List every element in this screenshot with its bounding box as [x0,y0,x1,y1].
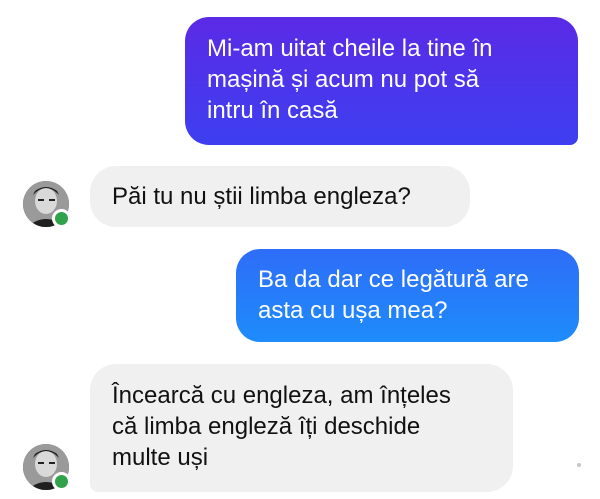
incoming-message-bubble[interactable]: Încearcă cu engleza, am înțeles că limba… [90,364,513,492]
incoming-message-bubble[interactable]: Păi tu nu știi limba engleza? [90,166,470,227]
contact-avatar[interactable] [23,444,71,491]
outgoing-message-bubble[interactable]: Mi-am uitat cheile la tine în mașină și … [185,17,578,145]
seen-indicator [577,463,581,467]
online-status-dot [52,209,71,228]
outgoing-message-bubble[interactable]: Ba da dar ce legătură are asta cu ușa me… [236,249,579,342]
contact-avatar[interactable] [23,181,71,228]
online-status-dot [52,472,71,491]
chat-thread: Mi-am uitat cheile la tine în mașină și … [0,0,600,499]
